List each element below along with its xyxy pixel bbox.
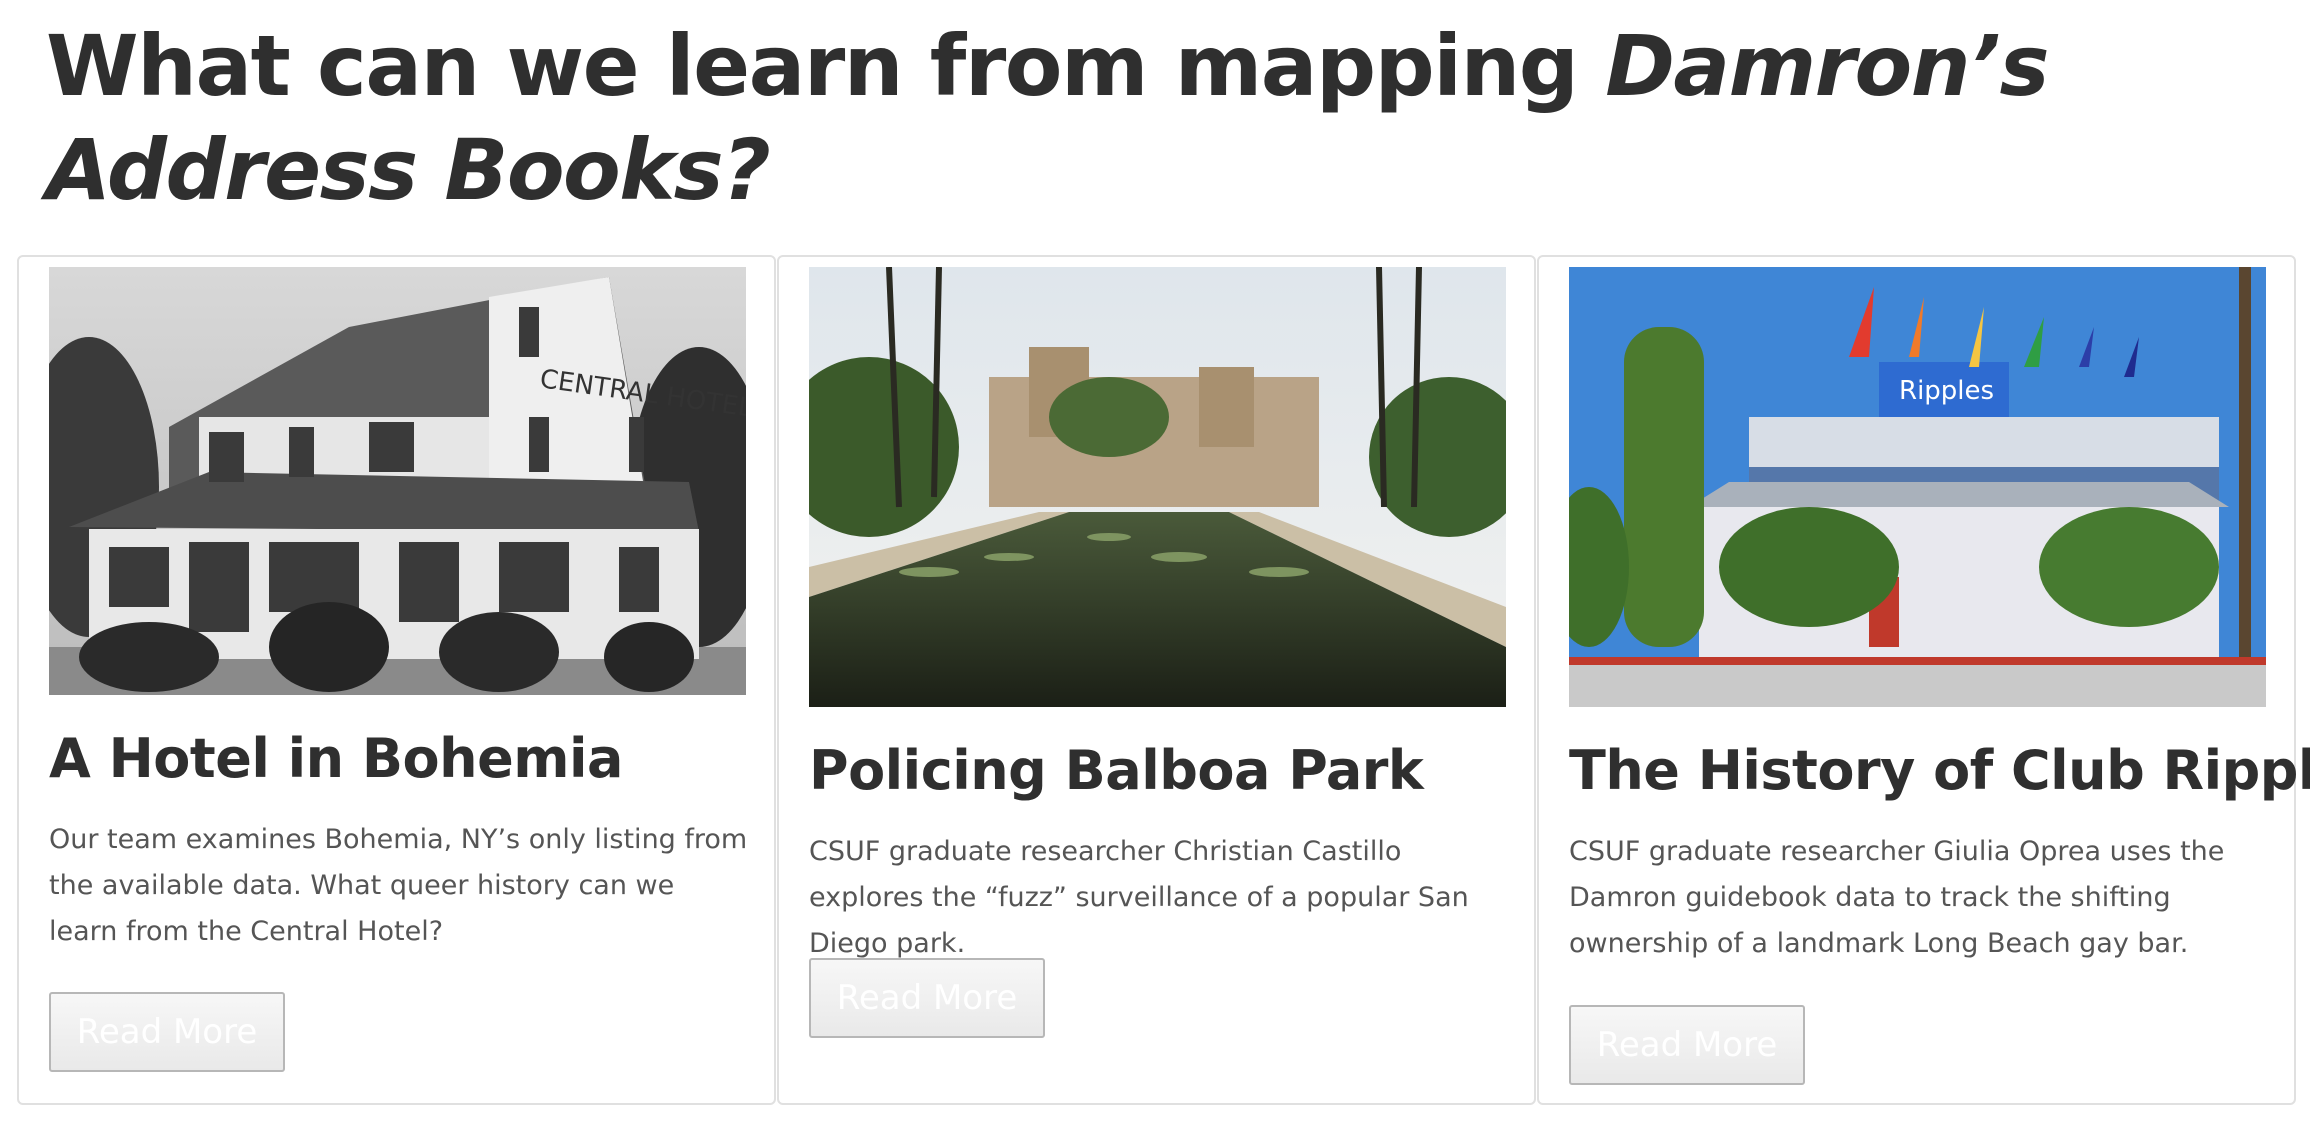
read-more-button[interactable]: Read More xyxy=(49,992,285,1072)
club-ripples-image[interactable]: Ripples xyxy=(1569,267,2266,707)
balboa-park-image[interactable] xyxy=(809,267,1506,707)
card-title[interactable]: Policing Balboa Park xyxy=(809,739,1519,803)
card-description: CSUF graduate researcher Giulia Oprea us… xyxy=(1569,836,2225,959)
card-description: Our team examines Bohemia, NY’s only lis… xyxy=(49,824,748,947)
article-card-ripples: Ripples The History of Club Ripples CSUF… xyxy=(1537,255,2310,1105)
article-card-hotel: CENTRAL HOTEL A Hotel in Bohemia Our tea… xyxy=(17,255,776,1105)
read-more-button[interactable]: Read More xyxy=(1569,1005,1805,1085)
page-title-plain: What can we learn from mapping xyxy=(46,17,1606,115)
balboa-park-photo xyxy=(809,267,1506,707)
card-title[interactable]: A Hotel in Bohemia xyxy=(49,727,759,791)
card-title[interactable]: The History of Club Ripples xyxy=(1569,739,2310,803)
card-description: CSUF graduate researcher Christian Casti… xyxy=(809,836,1469,959)
article-card-balboa: Policing Balboa Park CSUF graduate resea… xyxy=(777,255,1536,1105)
page-title: What can we learn from mapping Damron’s … xyxy=(46,14,2286,222)
club-ripples-photo: Ripples xyxy=(1569,267,2266,707)
read-more-button[interactable]: Read More xyxy=(809,958,1045,1038)
central-hotel-photo: CENTRAL HOTEL xyxy=(49,267,746,695)
ripples-sign-text: Ripples xyxy=(1899,376,1994,406)
central-hotel-image[interactable]: CENTRAL HOTEL xyxy=(49,267,746,695)
